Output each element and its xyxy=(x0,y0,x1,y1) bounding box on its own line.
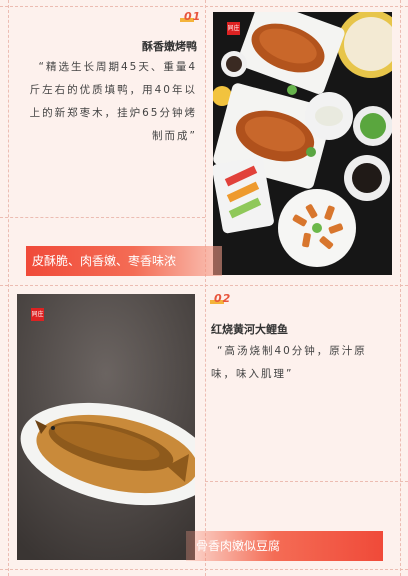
carp-photo: 同庄 xyxy=(17,294,195,560)
description-line: “高汤烧制40分钟，原汁原 xyxy=(217,345,367,357)
dish-number-01: 01 xyxy=(184,10,202,23)
divider-left xyxy=(8,0,9,576)
dish-description-roast-duck: “精选生长周期45天、重量4 斤左右的优质填鸭，用40年以 上的新郑枣木，挂炉6… xyxy=(14,56,197,148)
dish-tag-carp: 骨香肉嫩似豆腐 xyxy=(186,531,383,561)
dish-description-carp: “高汤烧制40分钟，原汁原 味，味入肌理” xyxy=(211,340,397,386)
divider-top xyxy=(0,6,408,7)
restaurant-logo: 同庄 xyxy=(227,22,240,35)
roast-duck-photo: 同庄 xyxy=(213,12,392,275)
description-line: 味，味入肌理” xyxy=(211,368,294,380)
restaurant-logo: 同庄 xyxy=(31,308,44,321)
dish-number-02: 02 xyxy=(214,292,232,305)
carp-illustration xyxy=(17,294,195,560)
dish-title-carp: 红烧黄河大鲤鱼 xyxy=(211,323,288,336)
page: 01 酥香嫩烤鸭 “精选生长周期45天、重量4 斤左右的优质填鸭，用40年以 上… xyxy=(0,0,408,576)
roast-duck-illustration xyxy=(213,12,392,267)
description-line: 制而成” xyxy=(152,130,197,142)
divider-right xyxy=(400,0,401,576)
divider-bottom xyxy=(0,569,408,570)
description-line: 上的新郑枣木，挂炉65分钟烤 xyxy=(29,107,197,119)
divider-mid-right xyxy=(205,481,408,482)
divider-center xyxy=(205,0,206,576)
divider-section xyxy=(0,285,408,286)
divider-mid-left xyxy=(0,217,205,218)
dish-title-roast-duck: 酥香嫩烤鸭 xyxy=(142,40,197,53)
dish-tag-roast-duck: 皮酥脆、肉香嫩、枣香味浓 xyxy=(26,246,222,276)
description-line: 斤左右的优质填鸭，用40年以 xyxy=(29,84,197,96)
description-line: “精选生长周期45天、重量4 xyxy=(38,61,197,73)
